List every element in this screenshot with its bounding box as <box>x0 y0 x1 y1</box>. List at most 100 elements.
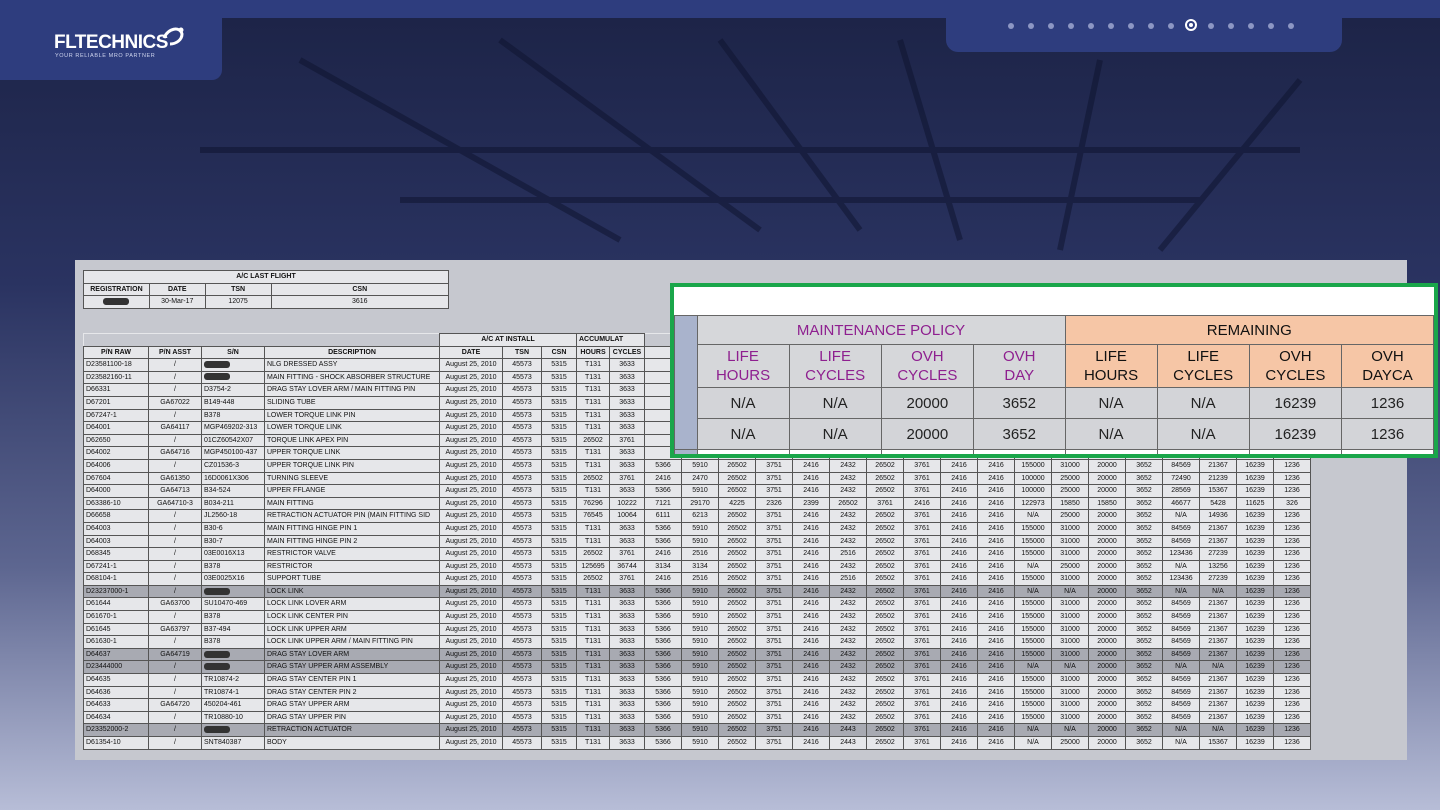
cell-value: 5910 <box>681 622 719 637</box>
cell-date: August 25, 2010 <box>439 383 503 397</box>
slide-dot[interactable] <box>1128 23 1134 29</box>
cell-value: 5366 <box>644 484 682 498</box>
cell-cycles: 3761 <box>609 572 645 586</box>
cell-sn <box>201 660 265 675</box>
zoom-cell: 3652 <box>972 418 1066 450</box>
policy-column-header: OVH CYCLES <box>880 344 974 388</box>
cell-value: 1236 <box>1273 484 1311 498</box>
slide-dot[interactable] <box>1228 23 1234 29</box>
cell-value: 5366 <box>644 458 682 473</box>
cell-tsn: 45573 <box>502 484 542 498</box>
zoom-cell: N/A <box>788 387 882 419</box>
cell-value: 1236 <box>1273 723 1311 737</box>
cell-value: 2416 <box>977 610 1015 624</box>
cell-pn: D67241-1 <box>83 559 149 574</box>
cell-asst: / <box>148 710 202 725</box>
cell-value: 2416 <box>977 458 1015 473</box>
cell-value: 26502 <box>866 471 904 486</box>
cell-value: 3652 <box>1125 660 1163 675</box>
cell-value: 2416 <box>940 710 978 725</box>
table-row: D64633 GA64720 450204-461 DRAG STAY UPPER A… <box>83 698 1311 712</box>
cell-hours: 125695 <box>576 559 610 574</box>
cell-value: 2416 <box>792 458 830 473</box>
cell-tsn: 45573 <box>502 622 542 637</box>
slide-dot[interactable] <box>1088 23 1094 29</box>
cell-pn: D64001 <box>83 421 149 435</box>
cell-value: 20000 <box>1088 622 1126 637</box>
cell-value: N/A <box>1014 660 1052 675</box>
cell-value: 5910 <box>681 647 719 662</box>
cell-sn: 03E0016X13 <box>201 547 265 561</box>
last-flight-table: A/C LAST FLIGHT REGISTRATION DATE TSN CS… <box>83 270 450 309</box>
cell-desc: UPPER TORQUE LINK <box>264 446 440 460</box>
cell-tsn: 45573 <box>502 395 542 410</box>
slide-dot[interactable] <box>1108 23 1114 29</box>
cell-date: August 25, 2010 <box>439 635 503 649</box>
slide-dot[interactable] <box>1268 23 1274 29</box>
column-header: S/N <box>201 345 265 360</box>
cell-value: 3761 <box>903 509 941 523</box>
cell-value: 3761 <box>903 736 941 750</box>
cell-value: 2416 <box>977 509 1015 523</box>
slide-dot[interactable] <box>1048 23 1054 29</box>
cell-value: N/A <box>1162 584 1200 599</box>
table-row: D61670-1/B378 LOCK LINK CENTER PIN August … <box>83 610 1311 624</box>
cell-value: 2416 <box>940 521 978 536</box>
cell-value: 21367 <box>1199 597 1237 612</box>
cell-asst: GA64710-3 <box>148 496 202 511</box>
cell-value: 3652 <box>1125 723 1163 737</box>
slide-dot[interactable] <box>1028 23 1034 29</box>
cell-value: 26502 <box>866 458 904 473</box>
cell-value: 3652 <box>1125 610 1163 624</box>
table-row: D61644 GA63700 SU10470-469 LOCK LINK LOVER … <box>83 597 1311 612</box>
cell-sn: B378 <box>201 559 265 574</box>
slide-dot[interactable] <box>1068 23 1074 29</box>
cell-value: 2416 <box>940 660 978 675</box>
cell-value: 16239 <box>1236 647 1274 662</box>
cell-value: 3652 <box>1125 698 1163 712</box>
cell-value: 16239 <box>1236 471 1274 486</box>
cell-value: 3652 <box>1125 635 1163 649</box>
zoom-row-partial: 100000250002000036522856915367162391236 <box>674 449 1434 454</box>
cell-date: August 25, 2010 <box>439 408 503 423</box>
cell-sn <box>201 647 265 662</box>
cell-hours: T131 <box>576 685 610 700</box>
cell-csn: 5315 <box>541 736 577 750</box>
slide-dot[interactable] <box>1185 19 1197 31</box>
lf-registration <box>83 295 150 309</box>
cell-value: 2416 <box>977 622 1015 637</box>
cell-csn: 5315 <box>541 421 577 435</box>
cell-pn: D66331 <box>83 383 149 397</box>
cell-value: 2432 <box>829 685 867 700</box>
slide-dot[interactable] <box>1148 23 1154 29</box>
table-row: D64000 GA64713 B34-524 UPPER FFLANGE August … <box>83 484 1311 498</box>
cell-hours: T131 <box>576 698 610 712</box>
cell-value: 2416 <box>792 584 830 599</box>
slide-dot[interactable] <box>1168 23 1174 29</box>
cell-date: August 25, 2010 <box>439 710 503 725</box>
cell-value: 3761 <box>903 484 941 498</box>
cell-value: 26502 <box>718 660 756 675</box>
slide-dot[interactable] <box>1288 23 1294 29</box>
slide-dot[interactable] <box>1208 23 1214 29</box>
cell-value: 155000 <box>1014 698 1052 712</box>
cell-value: 2416 <box>940 471 978 486</box>
cell-value: 26502 <box>718 509 756 523</box>
cell-cycles: 3633 <box>609 358 645 372</box>
cell-cycles: 3633 <box>609 370 645 385</box>
cell-cycles: 3633 <box>609 521 645 536</box>
cell-value: 5910 <box>681 484 719 498</box>
cell-value: 2416 <box>792 647 830 662</box>
cell-date: August 25, 2010 <box>439 521 503 536</box>
cell-value: 26502 <box>866 584 904 599</box>
slide-dot[interactable] <box>1248 23 1254 29</box>
slide-dot[interactable] <box>1008 23 1014 29</box>
cell-tsn: 45573 <box>502 559 542 574</box>
cell-tsn: 45573 <box>502 673 542 687</box>
cell-value: 84569 <box>1162 647 1200 662</box>
zoom-cell: 1236 <box>1340 418 1434 450</box>
cell-date: August 25, 2010 <box>439 660 503 675</box>
cell-cycles: 3633 <box>609 610 645 624</box>
cell-desc: LOCK LINK UPPER ARM <box>264 622 440 637</box>
cell-value: 26502 <box>829 496 867 511</box>
